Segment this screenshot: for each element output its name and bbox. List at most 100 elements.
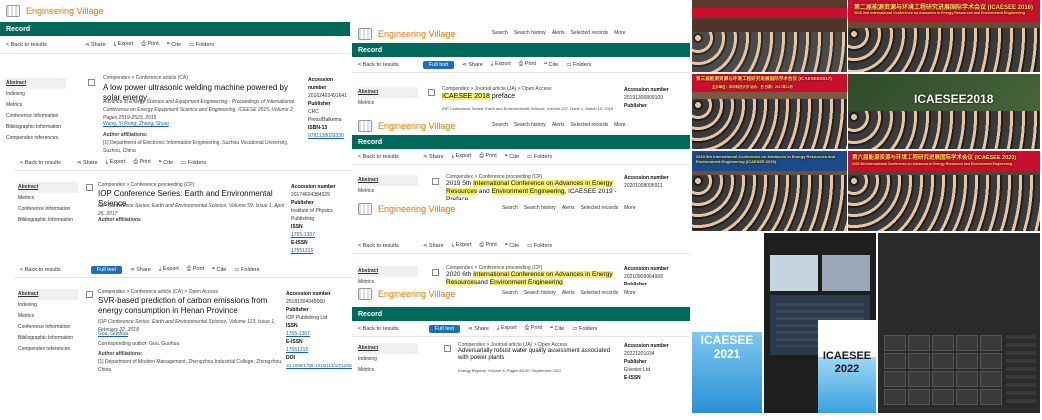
nav-alerts[interactable]: Alerts (552, 122, 565, 128)
export-button[interactable]: ⤓ Export (114, 41, 134, 48)
cite-button[interactable]: ❝ Cite (167, 42, 181, 48)
sidebar-item-references[interactable]: Compendex references (18, 344, 78, 355)
ev-brand[interactable]: Engineering Village (378, 204, 455, 214)
folders-button[interactable]: ▭ Folders (181, 160, 206, 166)
sidebar-item-indexing[interactable]: Indexing (6, 89, 66, 100)
print-button[interactable]: ⎙ Print (519, 61, 536, 68)
nav-alerts[interactable]: Alerts (562, 205, 575, 211)
issn-value[interactable]: 1755-1307 (291, 232, 315, 238)
sidebar-item-references[interactable]: Compendex references (6, 133, 66, 144)
folders-button[interactable]: ▭ Folders (527, 243, 552, 249)
full-text-button[interactable]: Full text (428, 324, 461, 333)
sidebar-item-indexing[interactable]: Indexing (18, 300, 78, 311)
ev-brand[interactable]: Engineering Village (378, 29, 455, 39)
print-button[interactable]: ⎙ Print (134, 159, 151, 166)
folders-button[interactable]: ▭ Folders (189, 42, 214, 48)
sidebar-item-indexing[interactable]: Indexing (358, 354, 418, 365)
sidebar-item-conference[interactable]: Conference Information (6, 111, 66, 122)
nav-more[interactable]: More (624, 290, 635, 296)
nav-more[interactable]: More (614, 30, 625, 36)
share-button[interactable]: ⋖ Share (423, 154, 444, 160)
nav-selected[interactable]: Selected records (571, 122, 609, 128)
back-to-results-link[interactable]: < Back to results (358, 62, 399, 68)
share-button[interactable]: ⋖ Share (468, 326, 489, 332)
print-button[interactable]: ⎙ Print (142, 41, 159, 48)
sidebar-item-abstract[interactable]: Abstract (358, 87, 418, 98)
print-button[interactable]: ⎙ Print (187, 266, 204, 273)
back-to-results-link[interactable]: < Back to results (20, 267, 61, 273)
sidebar-item-metrics[interactable]: Metrics (6, 100, 66, 111)
nav-more[interactable]: More (624, 205, 635, 211)
nav-search[interactable]: Search (502, 205, 518, 211)
back-to-results-link[interactable]: < Back to results (358, 243, 399, 249)
select-checkbox[interactable] (86, 184, 93, 191)
select-checkbox[interactable] (432, 178, 439, 185)
cite-button[interactable]: ❝ Cite (505, 154, 519, 160)
nav-selected[interactable]: Selected records (581, 205, 619, 211)
nav-history[interactable]: Search history (514, 122, 546, 128)
back-to-results-link[interactable]: < Back to results (6, 42, 47, 48)
sidebar-item-abstract[interactable]: Abstract (18, 182, 78, 193)
sidebar-item-conference[interactable]: Conference Information (18, 322, 78, 333)
ev-brand[interactable]: Engineering Village (378, 289, 455, 299)
share-button[interactable]: ⋖ Share (77, 160, 98, 166)
cite-button[interactable]: ❝ Cite (159, 160, 173, 166)
select-checkbox[interactable] (432, 269, 439, 276)
issn-value[interactable]: 1755-1307 (286, 331, 310, 337)
nav-alerts[interactable]: Alerts (562, 290, 575, 296)
ev-brand[interactable]: Engineering Village (378, 121, 455, 131)
share-button[interactable]: ⋖ Share (462, 62, 483, 68)
export-button[interactable]: ⤓ Export (452, 242, 472, 249)
sidebar-item-metrics[interactable]: Metrics (18, 193, 78, 204)
select-checkbox[interactable] (88, 79, 95, 86)
export-button[interactable]: ⤓ Export (497, 325, 517, 332)
sidebar-item-abstract[interactable]: Abstract (358, 175, 418, 186)
sidebar-item-abstract[interactable]: Abstract (18, 289, 78, 300)
nav-search[interactable]: Search (492, 122, 508, 128)
cite-button[interactable]: ❝ Cite (550, 326, 564, 332)
doi-value[interactable]: 10.1088/1755-1315/113/1/012052 (286, 363, 353, 368)
eissn-value[interactable]: 17551315 (291, 248, 313, 254)
export-button[interactable]: ⤓ Export (159, 266, 179, 273)
nav-history[interactable]: Search history (524, 290, 556, 296)
share-button[interactable]: ⋖ Share (85, 42, 106, 48)
sidebar-item-metrics[interactable]: Metrics (358, 365, 418, 376)
nav-history[interactable]: Search history (524, 205, 556, 211)
sidebar-item-metrics[interactable]: Metrics (358, 98, 418, 109)
nav-selected[interactable]: Selected records (581, 290, 619, 296)
share-button[interactable]: ⋖ Share (423, 243, 444, 249)
cite-button[interactable]: ❝ Cite (212, 267, 226, 273)
sidebar-item-abstract[interactable]: Abstract (6, 78, 66, 89)
export-button[interactable]: ⤓ Export (491, 61, 511, 68)
ev-brand[interactable]: Engineering Village (26, 6, 103, 16)
back-to-results-link[interactable]: < Back to results (20, 160, 61, 166)
select-checkbox[interactable] (428, 89, 435, 96)
full-text-button[interactable]: Full text (90, 265, 123, 274)
cite-button[interactable]: ❝ Cite (505, 243, 519, 249)
share-button[interactable]: ⋖ Share (130, 267, 151, 273)
select-checkbox[interactable] (444, 345, 451, 352)
nav-history[interactable]: Search history (514, 30, 546, 36)
sidebar-item-bibliographic[interactable]: Bibliographic Information (6, 122, 66, 133)
sidebar-item-conference[interactable]: Conference Information (18, 204, 78, 215)
print-button[interactable]: ⎙ Print (480, 153, 497, 160)
isbn-value[interactable]: 9781138029330 (308, 133, 344, 139)
sidebar-item-bibliographic[interactable]: Bibliographic Information (18, 215, 78, 226)
folders-button[interactable]: ▭ Folders (566, 62, 591, 68)
nav-search[interactable]: Search (492, 30, 508, 36)
print-button[interactable]: ⎙ Print (480, 242, 497, 249)
eissn-value[interactable]: 17551315 (286, 347, 308, 353)
back-to-results-link[interactable]: < Back to results (358, 326, 399, 332)
nav-more[interactable]: More (614, 122, 625, 128)
full-text-button[interactable]: Full text (422, 60, 455, 69)
nav-alerts[interactable]: Alerts (552, 30, 565, 36)
export-button[interactable]: ⤓ Export (106, 159, 126, 166)
nav-search[interactable]: Search (502, 290, 518, 296)
record-authors[interactable]: Wang, Yi Rong; Zhang, Shuai (103, 120, 169, 128)
sidebar-item-abstract[interactable]: Abstract (358, 266, 418, 277)
sidebar-item-bibliographic[interactable]: Bibliographic Information (18, 333, 78, 344)
nav-selected[interactable]: Selected records (571, 30, 609, 36)
cite-button[interactable]: ❝ Cite (544, 62, 558, 68)
print-button[interactable]: ⎙ Print (525, 325, 542, 332)
sidebar-item-abstract[interactable]: Abstract (358, 343, 418, 354)
